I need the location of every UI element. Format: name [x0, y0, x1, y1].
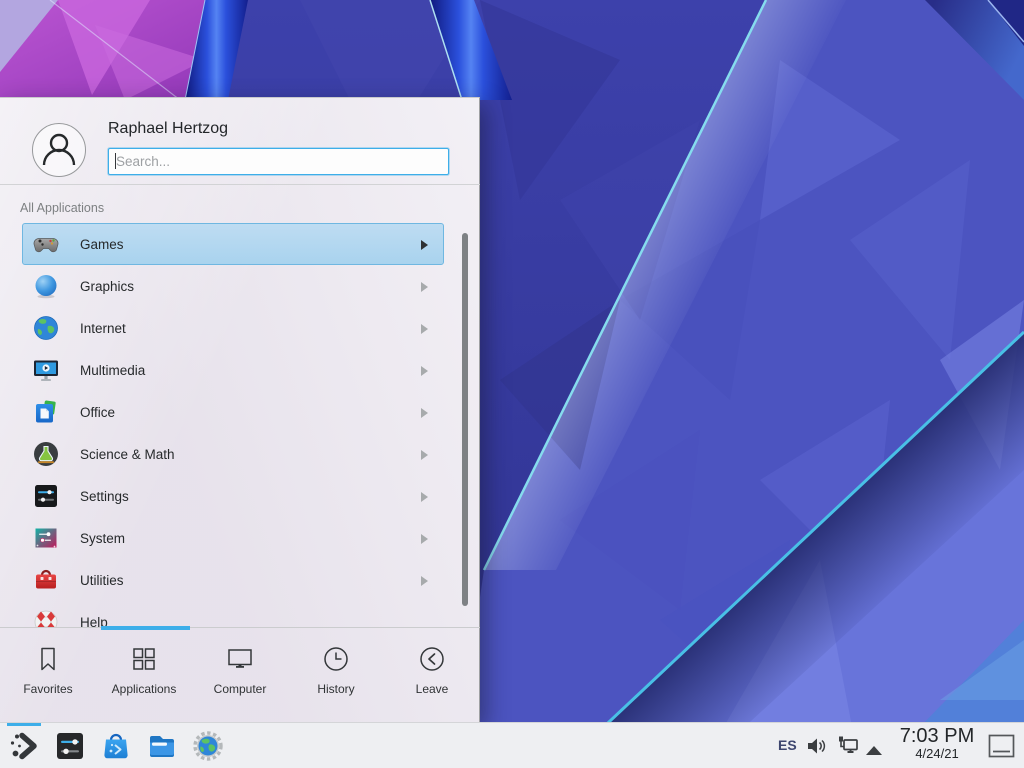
application-launcher-menu: Raphael Hertzog All Applications [0, 97, 480, 722]
taskbar-panel: ES 7:03 PM 4/24/21 [0, 722, 1024, 768]
active-tab-indicator [101, 626, 190, 630]
tab-label: Leave [416, 682, 449, 696]
user-avatar-icon [32, 123, 86, 177]
category-row-office[interactable]: Office [22, 391, 444, 433]
chevron-right-icon [421, 366, 428, 376]
office-icon [32, 398, 60, 426]
category-row-games[interactable]: Games [22, 223, 444, 265]
category-label: Office [80, 405, 115, 420]
category-label: Graphics [80, 279, 134, 294]
category-label: Settings [80, 489, 129, 504]
tab-label: Applications [112, 682, 177, 696]
konqueror-globe-icon[interactable] [192, 730, 224, 762]
discover-icon[interactable] [100, 730, 132, 762]
category-row-multimedia[interactable]: Multimedia [22, 349, 444, 391]
category-row-science-math[interactable]: Science & Math [22, 433, 444, 475]
chevron-right-icon [421, 408, 428, 418]
category-label: Utilities [80, 573, 124, 588]
bookmark-icon [33, 644, 63, 674]
search-field-wrap [108, 148, 449, 175]
category-row-graphics[interactable]: Graphics [22, 265, 444, 307]
header-separator [0, 184, 480, 185]
computer-icon [225, 644, 255, 674]
category-row-help[interactable]: Help [22, 601, 444, 627]
internet-icon [32, 314, 60, 342]
utilities-icon [32, 566, 60, 594]
settings-icon [32, 482, 60, 510]
tab-computer[interactable]: Computer [192, 628, 288, 722]
tab-applications[interactable]: Applications [96, 628, 192, 722]
tab-leave[interactable]: Leave [384, 628, 480, 722]
kickoff-tab-bar: Favorites Applications Computer [0, 627, 480, 722]
multimedia-icon [32, 356, 60, 384]
chevron-right-icon [421, 534, 428, 544]
dolphin-icon[interactable] [146, 730, 178, 762]
show-desktop-button[interactable] [988, 734, 1015, 758]
category-row-internet[interactable]: Internet [22, 307, 444, 349]
chevron-right-icon [421, 450, 428, 460]
graphics-icon [32, 272, 60, 300]
system-settings-icon[interactable] [54, 730, 86, 762]
science-math-icon [32, 440, 60, 468]
section-label: All Applications [20, 201, 104, 215]
category-list: Games Graphics [22, 223, 444, 627]
list-scrollbar[interactable] [462, 233, 468, 606]
tab-label: Favorites [23, 682, 72, 696]
text-cursor [115, 153, 116, 169]
kickoff-launcher-icon[interactable] [8, 730, 40, 762]
tab-favorites[interactable]: Favorites [0, 628, 96, 722]
category-row-settings[interactable]: Settings [22, 475, 444, 517]
category-label: Games [80, 237, 124, 252]
chevron-right-icon [421, 240, 428, 250]
category-row-system[interactable]: System [22, 517, 444, 559]
chevron-right-icon [421, 324, 428, 334]
chevron-right-icon [421, 576, 428, 586]
clock-date: 4/24/21 [886, 747, 988, 761]
games-icon [32, 230, 60, 258]
tab-label: History [317, 682, 354, 696]
category-label: Science & Math [80, 447, 175, 462]
system-icon [32, 524, 60, 552]
help-icon [32, 608, 60, 627]
history-clock-icon [321, 644, 351, 674]
category-label: Multimedia [80, 363, 145, 378]
digital-clock[interactable]: 7:03 PM 4/24/21 [886, 726, 988, 761]
user-name: Raphael Hertzog [108, 120, 228, 138]
desktop: Raphael Hertzog All Applications [0, 0, 1024, 768]
tab-label: Computer [214, 682, 267, 696]
category-label: Internet [80, 321, 126, 336]
search-input[interactable] [108, 148, 449, 175]
chevron-right-icon [421, 282, 428, 292]
tab-history[interactable]: History [288, 628, 384, 722]
caret-up-icon[interactable] [866, 742, 882, 751]
keyboard-layout-indicator[interactable]: ES [778, 737, 797, 753]
chevron-right-icon [421, 492, 428, 502]
launcher-active-indicator [7, 723, 41, 726]
category-row-utilities[interactable]: Utilities [22, 559, 444, 601]
clock-time: 7:03 PM [886, 726, 988, 747]
category-label: System [80, 531, 125, 546]
volume-icon[interactable] [806, 736, 827, 756]
leave-icon [417, 644, 447, 674]
app-grid-icon [129, 644, 159, 674]
network-icon[interactable] [836, 735, 859, 757]
